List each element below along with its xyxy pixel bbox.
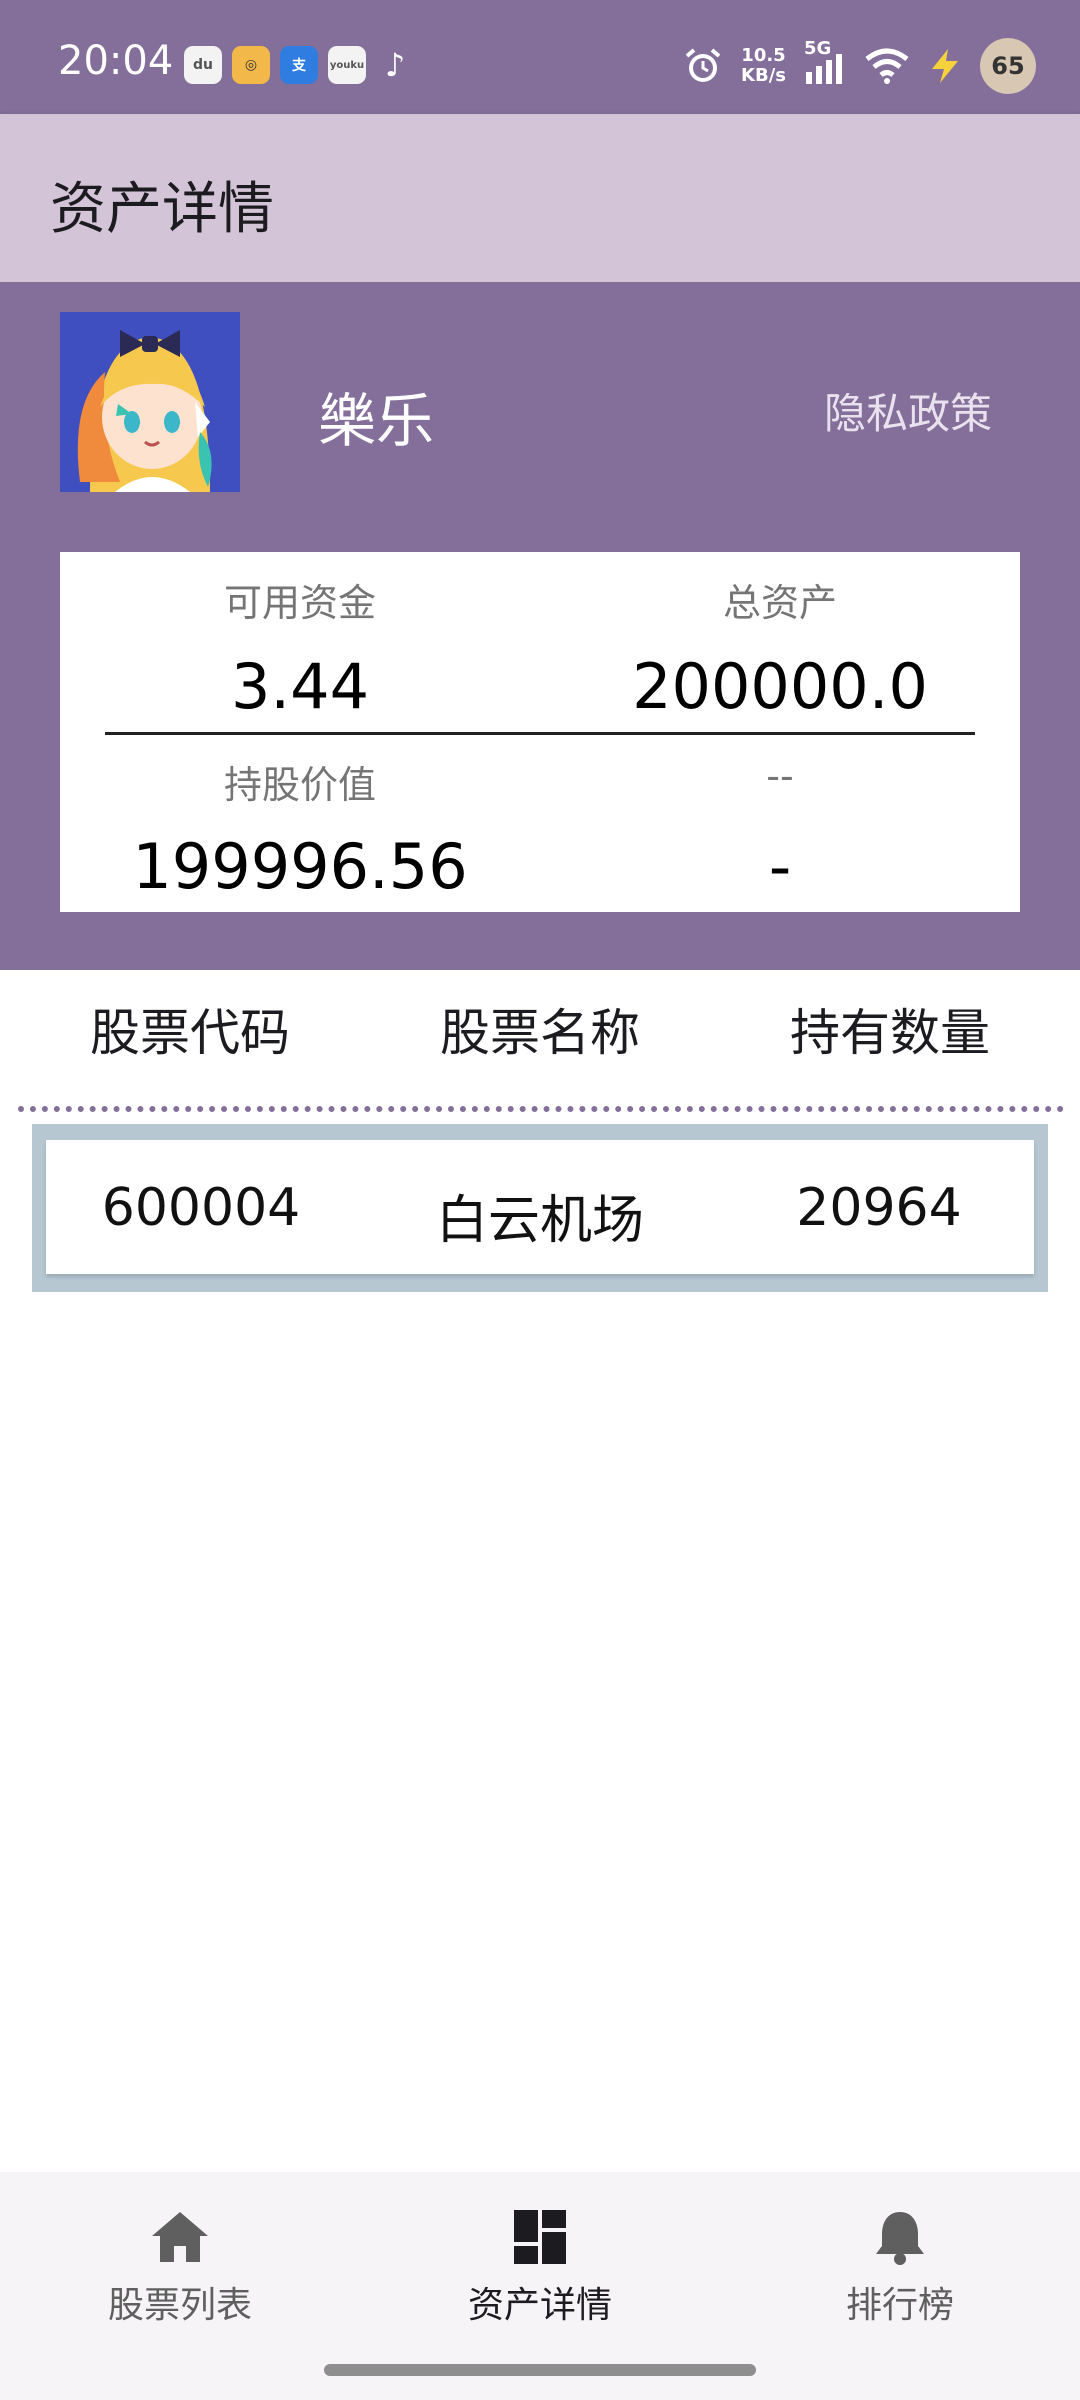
row-stock-quantity: 20964 [796, 1178, 962, 1238]
asset-summary-card: 可用资金 3.44 总资产 200000.0 持股价值 199996.56 --… [60, 552, 1020, 912]
status-indicators: 10.5 KB/s 5G 65 [683, 38, 1036, 94]
battery-level: 65 [980, 38, 1036, 94]
home-icon [152, 2212, 208, 2262]
page-title: 资产详情 [50, 177, 274, 242]
dashboard-icon [514, 2210, 566, 2264]
notification-app-icon: 支 [280, 46, 318, 84]
extra-value: - [768, 830, 792, 903]
row-stock-code: 600004 [101, 1178, 301, 1238]
total-assets-value: 200000.0 [632, 650, 928, 723]
nav-label-leaderboard: 排行榜 [845, 2285, 954, 2326]
net-speed-unit: KB/s [741, 65, 786, 86]
row-stock-name: 白云机场 [435, 1191, 644, 1251]
app-bar: 资产详情 [0, 114, 1080, 282]
net-speed: 10.5 KB/s [741, 46, 786, 86]
net-speed-value: 10.5 [741, 45, 786, 66]
profile-panel: 樂乐 隐私政策 可用资金 3.44 总资产 200000.0 持股价值 1999… [0, 282, 1080, 970]
username: 樂乐 [318, 387, 435, 455]
column-header-quantity: 持有数量 [790, 1004, 990, 1062]
notification-app-icon: youku [328, 46, 366, 84]
nav-item-asset-details[interactable]: 资产详情 [360, 2208, 720, 2328]
column-header-name: 股票名称 [440, 1004, 640, 1062]
total-assets-label: 总资产 [722, 581, 837, 625]
notification-app-icon: ♪ [384, 46, 406, 84]
avatar-illustration [60, 312, 240, 492]
signal-indicator: 5G [804, 38, 846, 86]
bell-icon [876, 2212, 924, 2265]
available-funds-label: 可用资金 [223, 581, 376, 625]
holding-value-value: 199996.56 [132, 830, 468, 903]
holdings-table-header: 股票代码 股票名称 持有数量 [0, 970, 1080, 1088]
column-header-code: 股票代码 [90, 1004, 290, 1062]
card-divider [105, 732, 975, 735]
cell-signal-icon [806, 54, 842, 84]
available-funds-value: 3.44 [230, 650, 370, 723]
nav-label-asset-details: 资产详情 [467, 2285, 612, 2326]
notification-app-icon: du [184, 46, 222, 84]
nav-label-stock-list: 股票列表 [107, 2285, 252, 2326]
notification-icons: du ◎ 支 youku ♪ [184, 46, 414, 84]
nav-item-leaderboard[interactable]: 排行榜 [720, 2208, 1080, 2328]
privacy-policy-link[interactable]: 隐私政策 [824, 380, 992, 441]
home-indicator[interactable] [324, 2364, 756, 2376]
extra-label: -- [766, 754, 794, 798]
wifi-icon [865, 48, 909, 84]
charging-icon [932, 49, 958, 83]
status-bar: 20:04 du ◎ 支 youku ♪ 10.5 KB/s 5G 65 [0, 0, 1080, 114]
nav-item-stock-list[interactable]: 股票列表 [0, 2208, 360, 2328]
table-divider [18, 1106, 1064, 1112]
notification-app-icon: ◎ [232, 46, 270, 84]
alarm-icon [685, 48, 721, 82]
avatar[interactable] [60, 312, 240, 492]
holding-value-label: 持股价值 [223, 763, 376, 807]
status-time: 20:04 [58, 38, 174, 84]
